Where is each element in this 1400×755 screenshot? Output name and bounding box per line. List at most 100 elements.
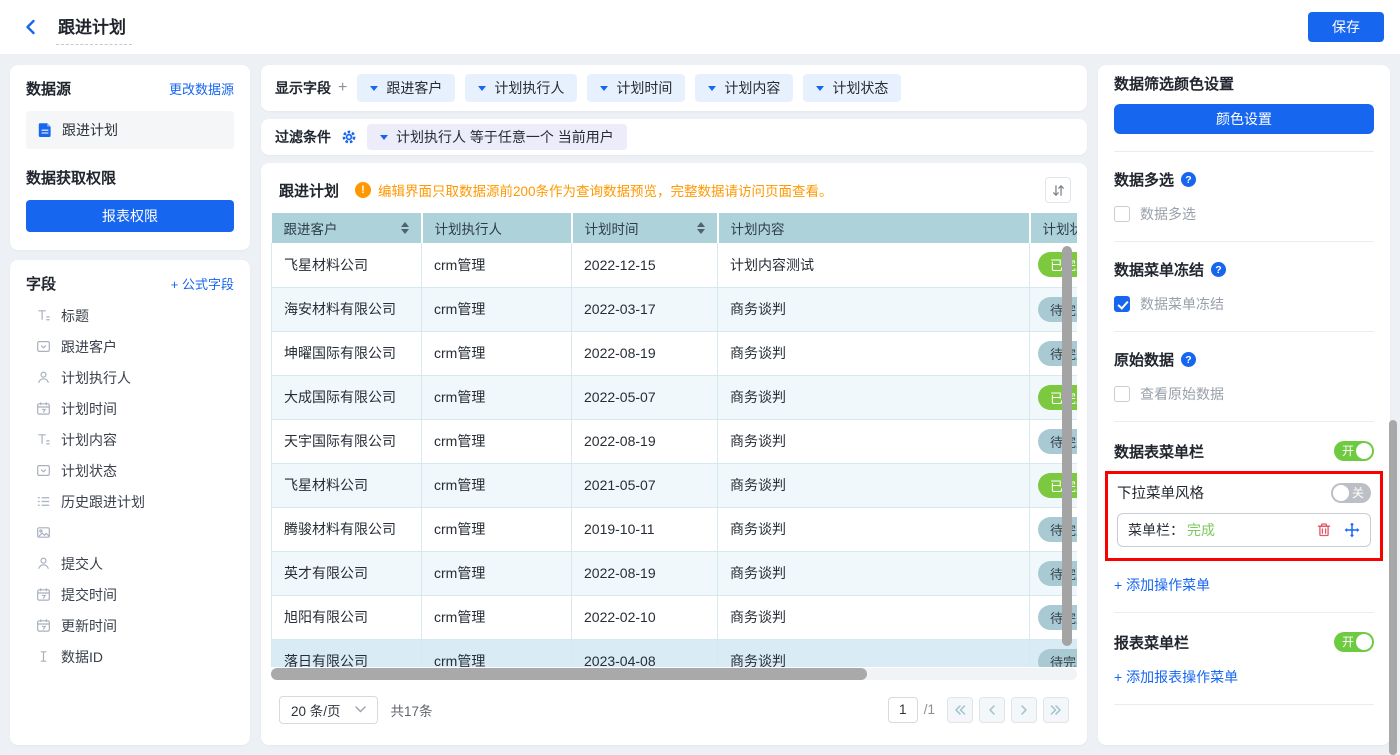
help-icon[interactable]: ? [1181, 352, 1197, 367]
field-item-plan-time[interactable]: 计划时间 [26, 393, 234, 424]
datasource-item-label: 跟进计划 [62, 122, 118, 138]
add-display-field-button[interactable]: + [338, 79, 347, 97]
checkbox-unchecked[interactable] [1114, 206, 1130, 222]
column-header-executor[interactable]: 计划执行人 [421, 213, 573, 243]
last-page-button[interactable] [1043, 696, 1069, 723]
field-item-submitter[interactable]: 提交人 [26, 548, 234, 579]
field-item-customer[interactable]: 跟进客户 [26, 331, 234, 362]
cell-date: 2022-03-17 [571, 287, 718, 332]
page-size-select[interactable]: 20 条/页 [279, 695, 378, 724]
display-field-chip-plan-time[interactable]: 计划时间 [587, 74, 686, 102]
raw-data-checkbox-row[interactable]: 查看原始数据 [1114, 384, 1374, 404]
raw-data-heading: 原始数据 ? [1114, 349, 1374, 370]
help-icon[interactable]: ? [1211, 262, 1227, 277]
page-number-input[interactable]: 1 [887, 696, 918, 723]
table-row[interactable]: 大成国际有限公司 crm管理 2022-05-07 商务谈判 已完成 [271, 375, 1077, 420]
field-item-plan-status[interactable]: 计划状态 [26, 455, 234, 486]
field-item-history[interactable]: 历史跟进计划 [26, 486, 234, 517]
chip-label: 计划状态 [832, 80, 889, 96]
field-item-executor[interactable]: 计划执行人 [26, 362, 234, 393]
next-page-button[interactable] [1011, 696, 1037, 723]
table-row[interactable]: 旭阳有限公司 crm管理 2022-02-10 商务谈判 待完成 [271, 595, 1077, 640]
table-row[interactable]: 飞星材料公司 crm管理 2022-12-15 计划内容测试 已完成 [271, 243, 1077, 288]
horizontal-scrollbar[interactable] [271, 668, 1077, 680]
user-field-icon [36, 556, 51, 571]
add-formula-field-link[interactable]: + 公式字段 [171, 274, 234, 293]
report-menu-toggle-on[interactable]: 开 [1334, 631, 1374, 652]
cell-content: 商务谈判 [717, 287, 1030, 332]
column-header-plan-content[interactable]: 计划内容 [717, 213, 1031, 243]
multi-select-checkbox-row[interactable]: 数据多选 [1114, 204, 1374, 224]
field-label: 计划执行人 [61, 369, 131, 386]
first-page-button[interactable] [947, 696, 973, 723]
table-row[interactable]: 海安材料有限公司 crm管理 2022-03-17 商务谈判 待完成 [271, 287, 1077, 332]
field-label: 标题 [61, 307, 89, 324]
add-report-action-menu-link[interactable]: + 添加报表操作菜单 [1114, 667, 1374, 687]
prev-page-button[interactable] [979, 696, 1005, 723]
gear-icon[interactable] [341, 129, 357, 145]
change-datasource-link[interactable]: 更改数据源 [169, 79, 234, 98]
trash-icon[interactable] [1316, 522, 1332, 538]
checkbox-checked[interactable] [1114, 296, 1130, 312]
sort-arrows-icon[interactable] [400, 222, 409, 234]
color-setting-button[interactable]: 颜色设置 [1114, 104, 1374, 134]
save-button[interactable]: 保存 [1308, 12, 1384, 42]
column-header-plan-status[interactable]: 计划状态 [1029, 213, 1077, 243]
display-field-chip-plan-status[interactable]: 计划状态 [803, 74, 902, 102]
double-chevron-left-icon [955, 704, 966, 715]
field-item-submit-time[interactable]: 提交时间 [26, 579, 234, 610]
table-menu-toggle-on[interactable]: 开 [1334, 440, 1374, 461]
filter-condition-chip[interactable]: 计划执行人 等于任意一个 当前用户 [367, 124, 627, 150]
display-field-chip-plan-content[interactable]: 计划内容 [695, 74, 794, 102]
image-field-icon [36, 525, 51, 540]
table-row[interactable]: 飞星材料公司 crm管理 2021-05-07 商务谈判 已完成 [271, 463, 1077, 508]
dropdown-style-label: 下拉菜单风格 [1117, 486, 1204, 502]
report-permission-button[interactable]: 报表权限 [26, 200, 234, 232]
field-item-update-time[interactable]: 更新时间 [26, 610, 234, 641]
back-button[interactable] [18, 14, 44, 40]
menu-bar-item[interactable]: 菜单栏： 完成 [1117, 513, 1371, 547]
page-size-value: 20 条/页 [291, 703, 341, 719]
sort-button[interactable] [1045, 177, 1071, 203]
vertical-scrollbar[interactable] [1062, 246, 1072, 646]
left-sidebar: 数据源 更改数据源 跟进计划 数据获取权限 报表权限 字段 + 公式字段 标题 [10, 65, 250, 745]
help-icon[interactable]: ? [1181, 172, 1197, 187]
field-item-title[interactable]: 标题 [26, 300, 234, 331]
toggle-knob [1333, 484, 1349, 501]
table-row[interactable]: 坤曜国际有限公司 crm管理 2022-08-19 商务谈判 待完成 [271, 331, 1077, 376]
divider [1114, 421, 1374, 422]
column-header-plan-time[interactable]: 计划时间 [571, 213, 719, 243]
page-title: 跟进计划 [58, 17, 126, 37]
cell-content: 商务谈判 [717, 551, 1030, 596]
field-label: 历史跟进计划 [61, 493, 145, 510]
double-chevron-right-icon [1050, 704, 1061, 715]
datasource-item[interactable]: 跟进计划 [26, 111, 234, 149]
menu-item-prefix: 菜单栏： [1128, 522, 1184, 538]
subform-field-icon [36, 494, 51, 509]
checkbox-unchecked[interactable] [1114, 386, 1130, 402]
display-field-chip-executor[interactable]: 计划执行人 [465, 74, 578, 102]
table-row[interactable]: 英才有限公司 crm管理 2022-08-19 商务谈判 待完成 [271, 551, 1077, 596]
page-scrollbar[interactable] [1389, 420, 1397, 755]
field-label: 更新时间 [61, 617, 117, 634]
field-item-image[interactable] [26, 517, 234, 548]
display-field-chip-customer[interactable]: 跟进客户 [357, 74, 456, 102]
text-field-icon [36, 308, 51, 323]
horizontal-scrollbar-thumb[interactable] [271, 668, 868, 680]
add-action-menu-link[interactable]: + 添加操作菜单 [1114, 575, 1374, 595]
move-icon[interactable] [1344, 522, 1360, 538]
table-row[interactable]: 天宇国际有限公司 crm管理 2022-08-19 商务谈判 待完成 [271, 419, 1077, 464]
table-row[interactable]: 落日有限公司 crm管理 2023-04-08 商务谈判 待完成 [271, 639, 1077, 667]
cell-executor: crm管理 [421, 595, 572, 640]
field-item-plan-content[interactable]: 计划内容 [26, 424, 234, 455]
sort-arrows-icon[interactable] [696, 222, 705, 234]
column-header-customer[interactable]: 跟进客户 [271, 213, 423, 243]
dropdown-style-toggle-off[interactable]: 关 [1331, 482, 1371, 503]
field-item-data-id[interactable]: 数据ID [26, 641, 234, 672]
select-field-icon [36, 463, 51, 478]
menu-freeze-checkbox-row[interactable]: 数据菜单冻结 [1114, 294, 1374, 314]
table-row[interactable]: 腾骏材料有限公司 crm管理 2019-10-11 商务谈判 待完成 [271, 507, 1077, 552]
page-title-wrap[interactable]: 跟进计划 [56, 10, 132, 45]
checkbox-label: 数据菜单冻结 [1140, 296, 1224, 312]
status-badge: 待完成 [1038, 648, 1077, 667]
